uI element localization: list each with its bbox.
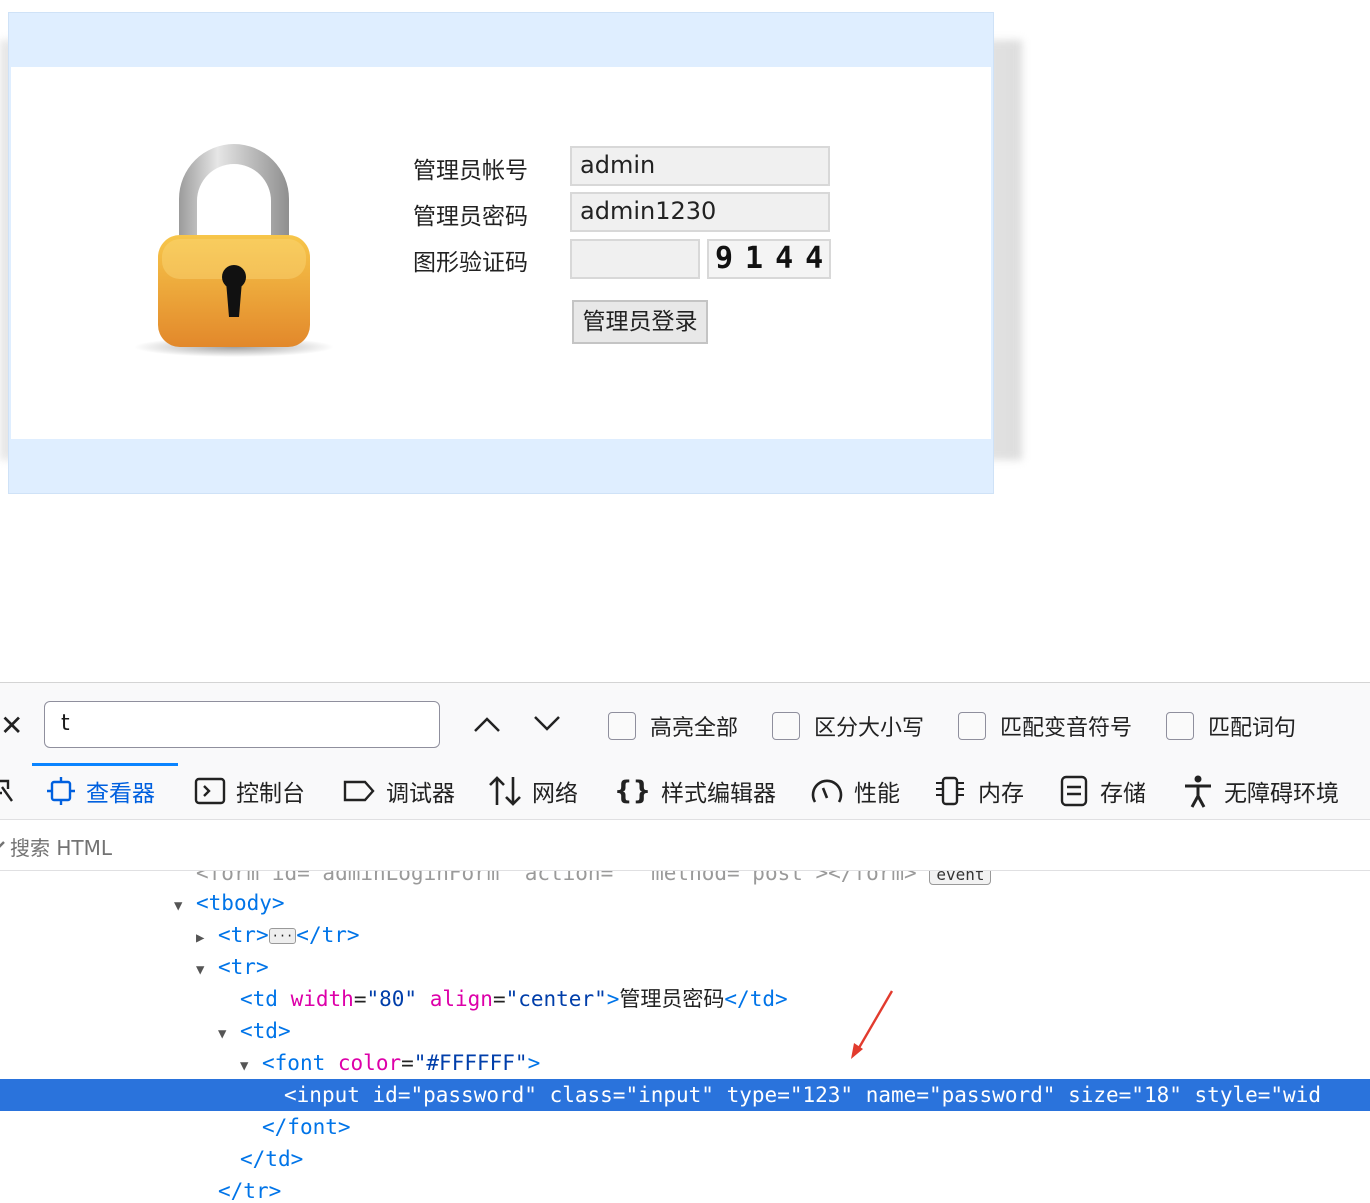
password-input[interactable]: admin1230 — [570, 192, 830, 232]
tab-accessibility[interactable]: 无障碍环境 — [1182, 763, 1339, 819]
storage-icon — [1060, 775, 1088, 807]
debugger-icon — [343, 780, 375, 802]
tab-label: 查看器 — [86, 781, 155, 807]
html-search-row[interactable]: 搜索 HTML — [0, 820, 1370, 871]
console-icon — [194, 777, 226, 805]
td-text: 管理员密码 — [619, 987, 725, 1011]
tree-node-input-selected[interactable]: <input id="password" class="input" type=… — [0, 1079, 1370, 1111]
search-icon — [0, 841, 5, 848]
braces-icon: {} — [614, 776, 652, 806]
chevron-down-icon[interactable] — [532, 713, 562, 735]
whole-words-checkbox[interactable]: 匹配词句 — [1166, 711, 1296, 741]
tab-label: 内存 — [978, 781, 1024, 807]
tab-memory[interactable]: 内存 — [932, 763, 1024, 819]
checkbox-box[interactable] — [1166, 712, 1194, 740]
devtools-panel: ✕ t 高亮全部 区分大小写 匹配变音符号 匹配词句 查看器 控制台 调试器 网… — [0, 682, 1370, 1203]
accessibility-icon — [1185, 775, 1211, 808]
checkbox-box[interactable] — [608, 712, 636, 740]
form-node-text: <form id="adminLoginForm" action="" meth… — [196, 871, 917, 885]
tree-node-tr-collapsed[interactable]: ▶ <tr> ··· </tr> — [0, 919, 1370, 951]
checkbox-label: 高亮全部 — [650, 716, 739, 741]
tab-style-editor[interactable]: {} 样式编辑器 — [614, 763, 776, 819]
tab-label: 网络 — [532, 781, 578, 807]
tree-node-font[interactable]: ▼ <font color="#FFFFFF"> — [0, 1047, 1370, 1079]
devtools-tabbar: 查看器 控制台 调试器 网络 {} 样式编辑器 性能 内存 存储 无障碍环境 — [0, 763, 1370, 820]
checkbox-box[interactable] — [772, 712, 800, 740]
tab-network[interactable]: 网络 — [488, 763, 578, 819]
tree-node-td-close[interactable]: </td> — [0, 1143, 1370, 1175]
memory-icon — [936, 776, 964, 806]
account-label: 管理员帐号 — [413, 158, 528, 184]
tab-inspector[interactable]: 查看器 — [32, 763, 178, 819]
checkbox-box[interactable] — [958, 712, 986, 740]
ellipsis-icon[interactable]: ··· — [268, 928, 297, 944]
expanded-triangle-icon[interactable]: ▼ — [240, 1050, 262, 1082]
tab-label: 存储 — [1100, 781, 1146, 807]
login-panel: 管理员帐号 admin 管理员密码 admin1230 图形验证码 9144 管… — [8, 12, 994, 494]
expanded-triangle-icon[interactable]: ▼ — [196, 954, 218, 986]
pick-element-icon[interactable] — [0, 779, 14, 803]
password-label: 管理员密码 — [413, 204, 528, 230]
tab-debugger[interactable]: 调试器 — [342, 763, 455, 819]
tab-performance[interactable]: 性能 — [810, 763, 900, 819]
tab-label: 无障碍环境 — [1224, 781, 1339, 807]
tree-node-td-label[interactable]: <td width="80" align="center">管理员密码</td> — [0, 983, 1370, 1015]
tab-label: 调试器 — [386, 781, 455, 807]
checkbox-label: 匹配变音符号 — [1000, 716, 1133, 741]
tab-label: 性能 — [854, 781, 900, 807]
tab-label: 控制台 — [236, 781, 305, 807]
tree-node-tr-close[interactable]: </tr> — [0, 1175, 1370, 1203]
tab-label: 样式编辑器 — [661, 781, 777, 807]
markup-tree: <form id="adminLoginForm" action="" meth… — [0, 871, 1370, 1203]
red-arrow-annotation — [851, 990, 894, 1059]
captcha-input[interactable] — [570, 239, 700, 279]
lock-icon — [134, 144, 334, 357]
checkbox-label: 匹配词句 — [1208, 716, 1297, 741]
match-diacritics-checkbox[interactable]: 匹配变音符号 — [958, 711, 1132, 741]
inspector-icon — [47, 777, 75, 805]
html-search-placeholder: 搜索 HTML — [10, 836, 113, 860]
tree-node-td[interactable]: ▼ <td> — [0, 1015, 1370, 1047]
find-input[interactable]: t — [44, 701, 440, 748]
event-badge[interactable]: event — [929, 871, 992, 885]
captcha-image[interactable]: 9144 — [707, 239, 831, 279]
tree-node-tbody[interactable]: ▼ <tbody> — [0, 887, 1370, 919]
login-button[interactable]: 管理员登录 — [572, 300, 708, 344]
tree-node-tr[interactable]: ▼ <tr> — [0, 951, 1370, 983]
find-bar: ✕ t 高亮全部 区分大小写 匹配变音符号 匹配词句 — [0, 683, 1370, 763]
tab-storage[interactable]: 存储 — [1058, 763, 1146, 819]
expanded-triangle-icon[interactable]: ▼ — [218, 1018, 240, 1050]
highlight-all-checkbox[interactable]: 高亮全部 — [608, 711, 738, 741]
login-body: 管理员帐号 admin 管理员密码 admin1230 图形验证码 9144 管… — [11, 67, 991, 439]
close-icon[interactable]: ✕ — [0, 709, 23, 742]
chevron-up-icon[interactable] — [472, 713, 502, 735]
collapsed-triangle-icon[interactable]: ▶ — [196, 922, 218, 954]
performance-icon — [811, 779, 843, 803]
network-icon — [489, 776, 521, 806]
captcha-label: 图形验证码 — [413, 250, 528, 276]
tab-console[interactable]: 控制台 — [194, 763, 305, 819]
expanded-triangle-icon[interactable]: ▼ — [174, 890, 196, 922]
match-case-checkbox[interactable]: 区分大小写 — [772, 711, 924, 741]
checkbox-label: 区分大小写 — [814, 716, 925, 741]
tree-node-font-close[interactable]: </font> — [0, 1111, 1370, 1143]
account-input[interactable]: admin — [570, 146, 830, 186]
